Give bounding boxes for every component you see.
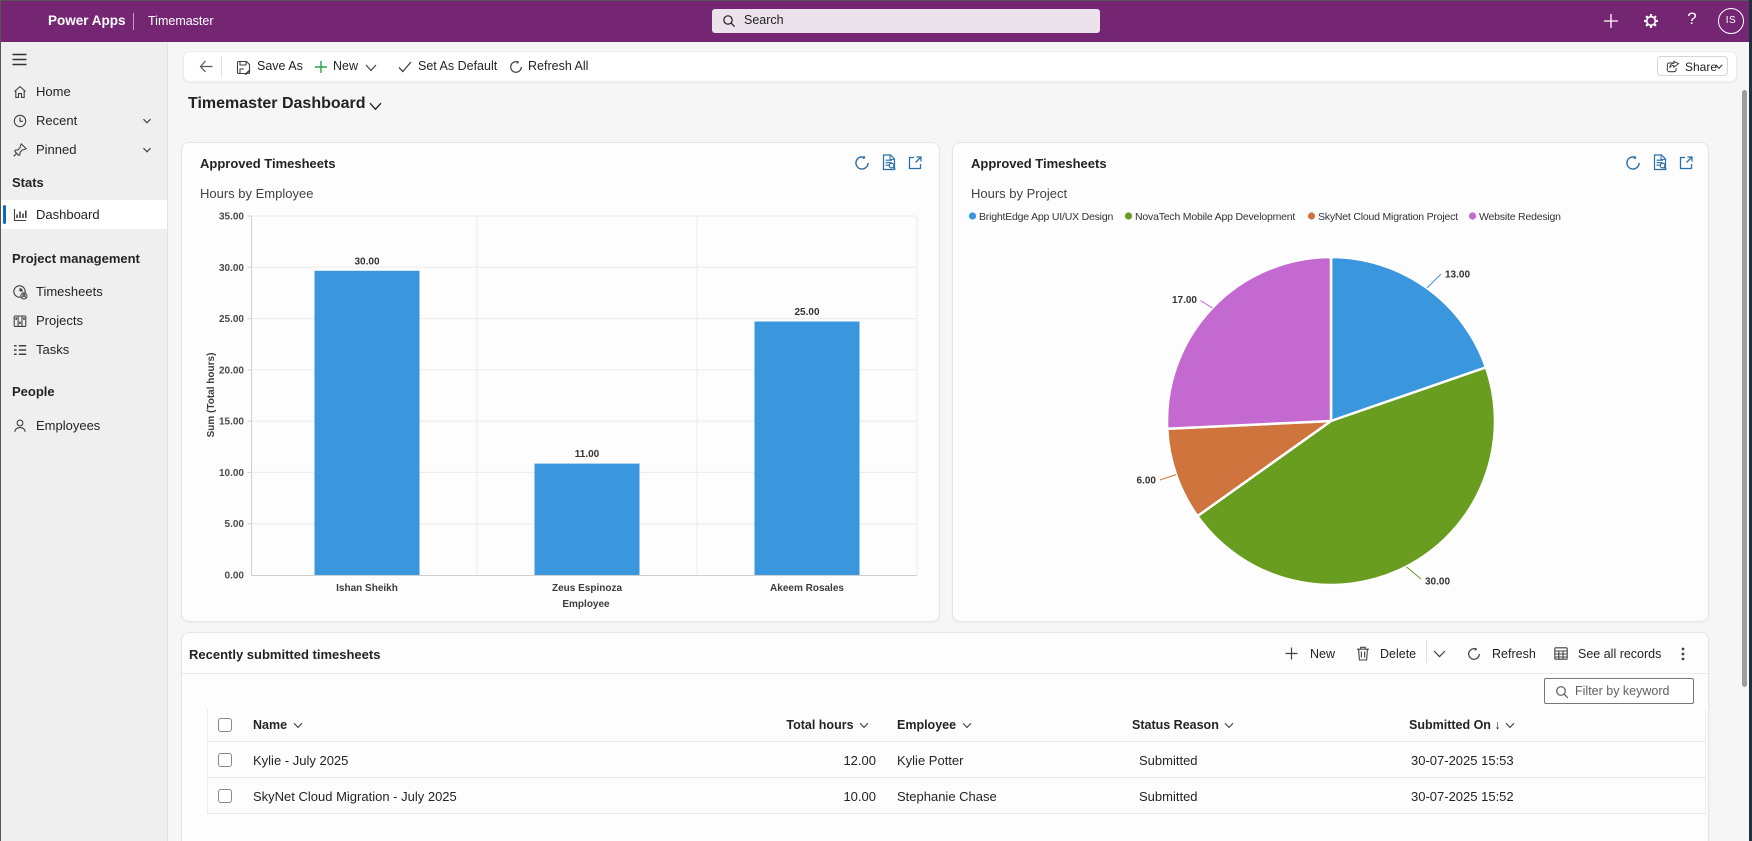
svg-text:25.00: 25.00 [219,314,244,325]
svg-text:11.00: 11.00 [575,449,600,460]
svg-text:Zeus Espinoza: Zeus Espinoza [552,583,622,594]
svg-text:30.00: 30.00 [354,256,379,267]
svg-text:6.00: 6.00 [1137,476,1157,487]
svg-text:Website Redesign: Website Redesign [1479,211,1561,223]
svg-text:Ishan Sheikh: Ishan Sheikh [336,583,398,594]
svg-text:Sum (Total hours): Sum (Total hours) [206,353,217,438]
svg-text:20.00: 20.00 [219,365,244,376]
svg-text:5.00: 5.00 [225,519,245,530]
svg-text:30.00: 30.00 [219,263,244,274]
svg-text:17.00: 17.00 [1172,295,1197,306]
svg-text:15.00: 15.00 [219,417,244,428]
svg-text:Employee: Employee [562,599,610,610]
svg-text:NovaTech Mobile App Developmen: NovaTech Mobile App Development [1135,211,1295,223]
svg-text:SkyNet Cloud Migration Project: SkyNet Cloud Migration Project [1318,211,1458,223]
svg-text:30.00: 30.00 [1425,577,1450,588]
svg-text:10.00: 10.00 [219,468,244,479]
svg-text:0.00: 0.00 [225,571,245,582]
svg-text:Akeem Rosales: Akeem Rosales [770,583,844,594]
svg-text:35.00: 35.00 [219,212,244,223]
svg-text:25.00: 25.00 [794,307,819,318]
svg-text:BrightEdge App UI/UX Design: BrightEdge App UI/UX Design [979,211,1113,223]
svg-text:13.00: 13.00 [1445,270,1470,281]
